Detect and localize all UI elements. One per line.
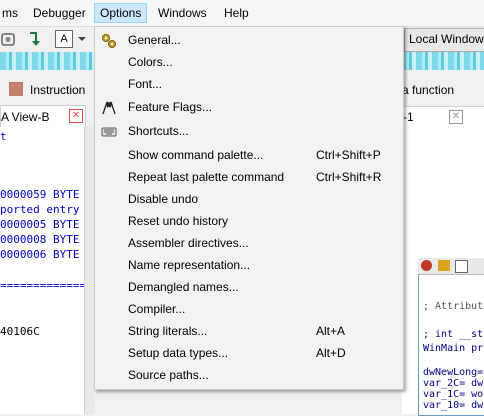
menu-programs[interactable]: ms [0,4,23,22]
code-line: t [0,130,7,143]
code-line: var_2C= dwo [423,378,484,389]
menu-item-compiler[interactable]: Compiler... [95,299,403,321]
step-into-icon[interactable] [26,30,44,48]
instruction-color-swatch [9,82,23,96]
menu-item-shortcuts[interactable]: Shortcuts... [95,121,403,143]
menu-item-label: String literals... [128,324,208,338]
menu-options[interactable]: Options [94,3,148,23]
menu-item-label: General... [128,33,181,47]
menu-item-label: Feature Flags... [128,100,213,114]
code-line: 40106C [0,325,40,338]
close-icon[interactable]: ✕ [449,110,463,124]
snapshot-icon[interactable] [0,30,18,48]
menu-item-label: Colors... [128,55,173,69]
pseudocode-tab-label: -1 [403,110,414,124]
code-line: WinMain prc [423,343,484,354]
code-line: var_10= dwo [423,400,484,411]
menu-item-disable-undo[interactable]: Disable undo [95,189,403,211]
menu-item-assembler-directives[interactable]: Assembler directives... [95,233,403,255]
code-line: ; int __stc [423,329,484,340]
code-line: dwNewLong= [423,367,484,378]
menu-item-label: Disable undo [128,192,199,206]
menu-item-reset-undo-history[interactable]: Reset undo history [95,211,403,233]
code-line: 0000059 BYTE [0,188,80,201]
menu-item-label: Show command palette... [128,148,264,162]
menu-item-label: Name representation... [128,258,251,272]
ida-view-tab-label: A View-B [1,110,50,124]
graph-node-toolbar [418,258,484,275]
keyboard-icon [101,127,117,137]
instruction-legend-label: Instruction [30,83,86,97]
menu-item-label: Source paths... [128,368,209,382]
ida-disassembly-view[interactable]: t 0000059 BYTE ported entry 0000005 BYTE… [0,127,87,414]
edit-node-icon[interactable] [438,260,450,271]
menu-item-shortcut: Alt+A [316,324,346,338]
menu-item-label: Setup data types... [128,346,229,360]
ida-view-tab[interactable]: A View-B ✕ [0,105,86,128]
pseudocode-tab[interactable]: -1 ✕ [402,106,484,128]
menu-item-label: Shortcuts... [128,124,189,138]
chevron-down-icon[interactable] [73,30,91,48]
menu-item-repeat-palette-command[interactable]: Repeat last palette command Ctrl+Shift+R [95,167,403,189]
local-windows-dropdown[interactable]: Local Window [404,28,484,52]
collapse-node-icon[interactable] [455,260,468,273]
menu-item-shortcut: Ctrl+Shift+P [316,148,381,162]
menu-item-name-representation[interactable]: Name representation... [95,255,403,277]
menu-windows[interactable]: Windows [153,4,212,22]
node-color-icon[interactable] [421,260,432,271]
function-legend-label: a function [402,83,455,97]
local-windows-label: Local Window [409,32,484,46]
menu-bar: ms Debugger Options Windows Help [0,0,484,27]
code-line: ; Attribute [423,301,484,312]
menu-item-shortcut: Alt+D [316,346,346,360]
text-mode-icon[interactable]: A [55,30,73,48]
flags-icon [102,101,116,115]
graph-node[interactable]: ; Attribute ; int __stc WinMain prc dwNe… [418,258,484,416]
menu-item-general[interactable]: General... [95,30,403,52]
options-menu: General... Colors... Font... Feature Fla… [94,26,404,390]
menu-item-label: Assembler directives... [128,236,249,250]
menu-item-label: Compiler... [128,302,186,316]
menu-item-label: Demangled names... [128,280,239,294]
close-icon[interactable]: ✕ [69,109,83,123]
menu-help[interactable]: Help [219,4,254,22]
code-line: 0000005 BYTE [0,218,80,231]
menu-item-show-command-palette[interactable]: Show command palette... Ctrl+Shift+P [95,145,403,167]
menu-item-demangled-names[interactable]: Demangled names... [95,277,403,299]
code-line: 0000006 BYTE [0,248,80,261]
menu-item-string-literals[interactable]: String literals... Alt+A [95,321,403,343]
menu-debugger[interactable]: Debugger [28,4,91,22]
code-separator: ============= [0,279,87,292]
menu-item-setup-data-types[interactable]: Setup data types... Alt+D [95,343,403,365]
code-line: ported entry [0,203,80,216]
menu-item-shortcut: Ctrl+Shift+R [316,170,382,184]
menu-item-font[interactable]: Font... [95,74,403,96]
gears-icon [102,34,116,48]
menu-item-feature-flags[interactable]: Feature Flags... [95,97,403,119]
code-line: var_1C= wor [423,389,484,400]
menu-item-label: Reset undo history [128,214,229,228]
menu-item-source-paths[interactable]: Source paths... [95,365,403,387]
menu-item-label: Repeat last palette command [128,170,285,184]
code-line: 0000008 BYTE [0,233,80,246]
menu-item-colors[interactable]: Colors... [95,52,403,74]
menu-item-label: Font... [128,77,163,91]
